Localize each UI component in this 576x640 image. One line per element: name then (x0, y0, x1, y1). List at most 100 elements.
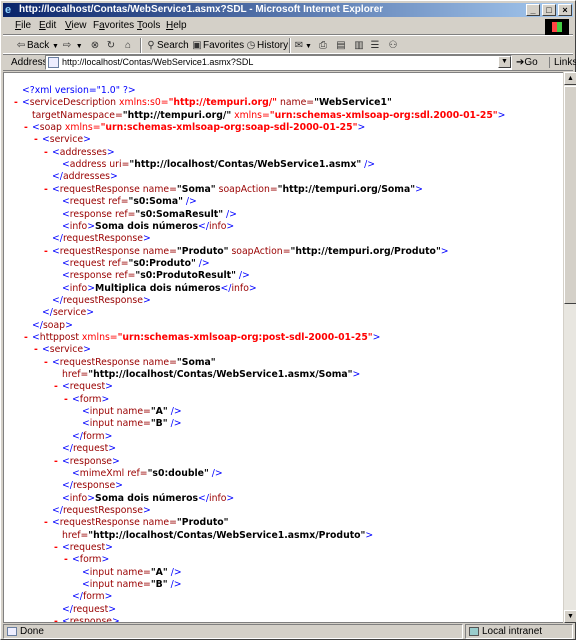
links-button[interactable]: Links (549, 57, 576, 68)
xml-line: href="http://localhost/Contas/WebService… (62, 369, 360, 381)
xml-val: "WebService1" (314, 97, 392, 109)
xml-line[interactable]: - <soap xmlns="urn:schemas-xmlsoap-org:so… (24, 122, 365, 134)
status-bar: Done Local intranet (3, 624, 573, 639)
print-button[interactable]: ⎙ (317, 38, 329, 54)
xml-bracket: > (352, 369, 361, 381)
back-button[interactable]: ⇦ Back ▼ (15, 38, 59, 54)
xml-line[interactable]: - <httppost xmlns="urn:schemas-xmlsoap-or… (24, 332, 380, 344)
xml-bracket: > (497, 109, 506, 121)
menu-view[interactable]: View (65, 20, 87, 31)
xml-line: <request ref="s0:Soma" /> (62, 196, 197, 208)
menu-file[interactable]: File (15, 20, 31, 31)
close-icon[interactable]: × (558, 4, 572, 16)
xml-tag: request (72, 443, 109, 455)
xml-line: <input name="B" /> (82, 579, 182, 591)
xml-bracket: </ (198, 492, 209, 504)
xml-val: "Soma" (176, 356, 216, 368)
research-button[interactable]: ☰ (369, 38, 381, 54)
xml-bracket: < (62, 159, 70, 171)
xml-bracket: > (248, 282, 257, 294)
home-button[interactable]: ⌂ (122, 38, 134, 54)
xml-line[interactable]: - <form> (64, 394, 109, 406)
xml-bracket: > (365, 529, 374, 541)
forward-button[interactable]: ⇨ ▼ (61, 38, 83, 54)
menu-edit[interactable]: Edit (39, 20, 56, 31)
messenger-button[interactable]: ⚇ (387, 38, 399, 54)
xml-bracket: /> (167, 406, 182, 418)
xml-line: <info>Multiplica dois números</info> (62, 283, 257, 295)
xml-line[interactable]: - <response> (54, 456, 120, 468)
ie-icon: e (5, 4, 12, 16)
collapse-toggle-icon[interactable]: - (54, 542, 58, 554)
collapse-toggle-icon[interactable]: - (14, 97, 18, 109)
xml-line[interactable]: - <requestResponse name="Produto" (44, 517, 229, 529)
xml-tag: input (89, 579, 114, 590)
document-view: <?xml version="1.0" ?> - <serviceDescripti… (3, 72, 563, 623)
xml-tag: input (89, 406, 114, 418)
scroll-thumb[interactable] (564, 86, 576, 304)
discuss-button[interactable]: ▥ (353, 38, 365, 54)
xml-bracket: </ (72, 430, 83, 442)
collapse-toggle-icon[interactable]: - (44, 517, 48, 529)
vertical-scrollbar[interactable]: ▲ ▼ (563, 72, 576, 623)
xml-line[interactable]: - <service> (34, 344, 91, 356)
collapse-toggle-icon[interactable]: - (24, 332, 28, 344)
xml-line[interactable]: - <service> (34, 134, 91, 146)
address-dropdown-icon[interactable]: ▼ (498, 56, 511, 68)
scroll-up-icon[interactable]: ▲ (564, 72, 576, 85)
edit-button[interactable]: ▤ (335, 38, 347, 54)
collapse-toggle-icon[interactable]: - (44, 246, 48, 258)
discuss-icon: ▥ (354, 40, 364, 51)
xml-attr: name= (139, 356, 177, 368)
xml-line[interactable]: - <requestResponse name="Produto" soapAct… (44, 245, 449, 258)
menu-tools[interactable]: Tools (137, 20, 160, 31)
xml-line[interactable]: - <requestResponse name="Soma" (44, 356, 216, 369)
xml-bracket: </ (220, 282, 232, 294)
xml-bracket: > (226, 220, 235, 232)
refresh-button[interactable]: ↻ (105, 38, 117, 54)
collapse-toggle-icon[interactable]: - (44, 147, 48, 159)
xml-line[interactable]: - <request> (54, 381, 113, 393)
xml-bracket: </ (52, 171, 63, 183)
collapse-toggle-icon[interactable]: - (64, 554, 68, 566)
xml-val: "http://localhost/Contas/WebService1.asm… (88, 529, 366, 541)
xml-bracket: > (108, 443, 117, 455)
title-bar[interactable]: e http://localhost/Contas/WebService1.as… (3, 3, 573, 17)
collapse-toggle-icon[interactable]: - (34, 344, 38, 356)
history-button[interactable]: ◷ History (245, 38, 289, 54)
xml-bracket: > (142, 233, 151, 245)
xml-tag: form (79, 554, 102, 566)
mail-button[interactable]: ✉ ▼ (293, 38, 312, 54)
menu-favorites[interactable]: Favorites (93, 20, 134, 31)
xml-line[interactable]: - <response> (54, 616, 120, 623)
collapse-toggle-icon[interactable]: - (54, 616, 58, 622)
xml-tag: soap (42, 319, 66, 331)
maximize-icon[interactable]: □ (542, 4, 556, 16)
address-input[interactable]: http://localhost/Contas/WebService1.asmx… (45, 55, 512, 70)
xml-line[interactable]: - <form> (64, 554, 109, 566)
xml-tag: response (69, 616, 113, 623)
favorites-button[interactable]: ▣Favorites (191, 38, 244, 54)
xml-bracket: > (87, 220, 96, 232)
search-button[interactable]: ⚲ Search (145, 38, 188, 54)
collapse-toggle-icon[interactable]: - (44, 184, 48, 196)
collapse-toggle-icon[interactable]: - (24, 122, 28, 134)
collapse-toggle-icon[interactable]: - (64, 394, 68, 406)
xml-line[interactable]: - <serviceDescription xmlns:s0="http://te… (14, 97, 392, 109)
collapse-toggle-icon[interactable]: - (54, 381, 58, 393)
scroll-down-icon[interactable]: ▼ (564, 610, 576, 623)
xml-bracket: > (440, 245, 449, 257)
collapse-toggle-icon[interactable]: - (54, 456, 58, 468)
xml-line[interactable]: - <request> (54, 542, 113, 554)
xml-line[interactable]: - <addresses> (44, 147, 115, 159)
go-button[interactable]: ➔Go (516, 57, 538, 68)
xml-attr: href= (62, 529, 89, 541)
minimize-icon[interactable]: _ (526, 4, 540, 16)
collapse-toggle-icon[interactable]: - (34, 134, 38, 146)
stop-button[interactable]: ⊗ (89, 38, 101, 54)
xml-line[interactable]: - <requestResponse name="Soma" soapAction… (44, 184, 423, 196)
collapse-toggle-icon[interactable]: - (44, 357, 48, 369)
menu-help[interactable]: Help (166, 20, 187, 31)
xml-bracket: > (83, 344, 91, 356)
xml-line: </soap> (32, 320, 73, 332)
